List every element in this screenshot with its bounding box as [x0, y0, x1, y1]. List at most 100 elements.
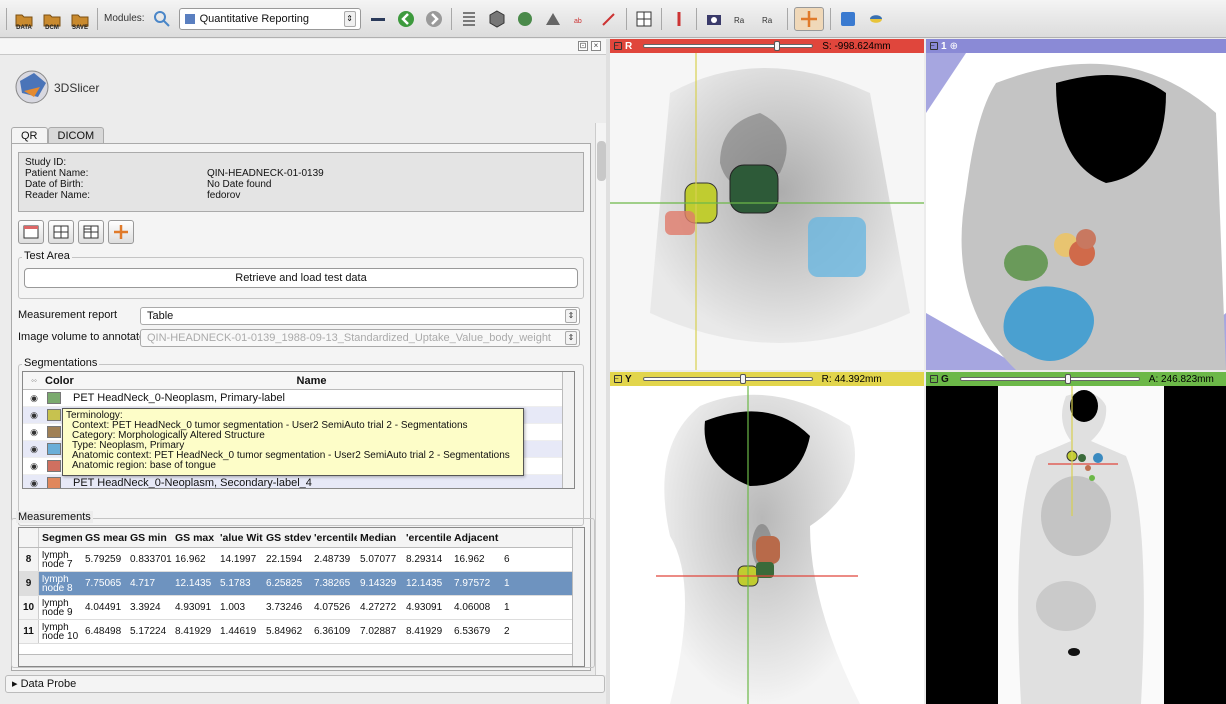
seg-table-scrollbar[interactable] — [562, 372, 574, 488]
pin-icon[interactable]: – — [930, 42, 938, 50]
toolbar-separator — [786, 7, 788, 30]
value-cell: 6.48498 — [85, 626, 122, 637]
data-label: DATA — [16, 24, 32, 31]
segment-color-swatch[interactable] — [47, 409, 61, 421]
expand-arrow-icon: ▸ — [12, 678, 18, 690]
extension-manager-button[interactable] — [837, 7, 859, 31]
load-dicom-button[interactable]: DCM — [41, 7, 63, 31]
patient-name-value: QIN-HEADNECK-01-0139 — [207, 168, 324, 179]
column-header[interactable]: Adjacent — [451, 532, 501, 544]
tab-dicom[interactable]: DICOM — [47, 127, 105, 144]
pin-icon[interactable]: – — [614, 375, 622, 383]
value-cell: 0.833701 — [130, 554, 172, 565]
segment-color-swatch[interactable] — [47, 477, 61, 488]
screenshot-button[interactable] — [703, 7, 725, 31]
mouse-mode-button[interactable]: Ra — [731, 7, 753, 31]
table-row[interactable]: 9 lymph node 8 7.75065 4.717 12.1435 5.1783 6.… — [19, 572, 584, 596]
eye-icon[interactable]: ◉ — [23, 410, 45, 421]
table-row[interactable]: 8 lymph node 7 5.79259 0.833701 16.962 14.199… — [19, 548, 584, 572]
row-index: 11 — [19, 620, 39, 643]
layout-minus-button[interactable] — [367, 7, 389, 31]
scrollbar-thumb[interactable] — [597, 141, 606, 181]
view-orient-button[interactable] — [668, 7, 690, 31]
crosshair-toggle-button[interactable] — [108, 220, 134, 244]
value-cell: 6 — [504, 554, 510, 565]
red-slice-view[interactable]: – R S: -998.624mm — [610, 39, 924, 370]
column-header[interactable]: GS max — [172, 532, 217, 544]
row-index: 9 — [19, 572, 39, 595]
svg-text:Ra: Ra — [762, 16, 773, 25]
retrieve-test-data-button[interactable]: Retrieve and load test data — [24, 268, 578, 288]
four-up-layout-button[interactable] — [48, 220, 74, 244]
data-module-button[interactable] — [458, 7, 480, 31]
layout-button[interactable] — [633, 7, 655, 31]
column-header[interactable]: Median — [357, 532, 403, 544]
threed-center-icon[interactable]: ⊕ — [950, 41, 958, 52]
pin-icon[interactable]: – — [614, 42, 622, 50]
yellow-slice-view[interactable]: – Y R: 44.392mm — [610, 372, 924, 704]
red-slice-slider[interactable] — [643, 41, 814, 51]
column-header[interactable]: 'alue With — [217, 532, 263, 544]
window-level-button[interactable]: Ra — [759, 7, 781, 31]
module-search-button[interactable] — [151, 7, 173, 31]
table-layout-button[interactable] — [18, 220, 44, 244]
segment-color-swatch[interactable] — [47, 392, 61, 404]
eye-icon[interactable]: ◉ — [23, 444, 45, 455]
transforms-button[interactable] — [542, 7, 564, 31]
value-cell: 1.003 — [220, 602, 246, 613]
column-header[interactable]: 'ercentile — [311, 532, 357, 544]
save-button[interactable]: SAVE — [69, 7, 91, 31]
segment-row[interactable]: ◉ PET HeadNeck_0-Neoplasm, Primary-label — [23, 390, 574, 407]
measurements-hscroll[interactable] — [19, 654, 572, 666]
module-selector[interactable]: Quantitative Reporting ⇕ — [178, 7, 361, 30]
segment-row[interactable]: ◉ PET HeadNeck_0-Neoplasm, Secondary-labe… — [23, 475, 574, 489]
value-cell: 8.41929 — [406, 626, 443, 637]
forward-button[interactable] — [423, 7, 445, 31]
value-cell: 8.41929 — [175, 626, 212, 637]
load-data-button[interactable]: DATA — [13, 7, 35, 31]
volumes-button[interactable] — [486, 7, 508, 31]
float-icon[interactable]: ⊡ — [578, 41, 588, 51]
image-volume-select[interactable]: QIN-HEADNECK-01-0139_1988-09-13_Standard… — [140, 329, 580, 347]
segment-color-swatch[interactable] — [47, 460, 61, 472]
eye-icon[interactable]: ◉ — [23, 427, 45, 438]
column-header[interactable]: GS min — [127, 532, 172, 544]
table-row[interactable]: 11 lymph node 10 6.48498 5.17224 8.41929 1.44… — [19, 620, 584, 644]
column-header[interactable]: GS stdev — [263, 532, 311, 544]
editor-button[interactable] — [598, 7, 620, 31]
pin-icon[interactable]: – — [930, 375, 938, 383]
measurements-vscroll[interactable] — [572, 528, 584, 666]
green-slice-slider[interactable] — [959, 374, 1140, 384]
tab-qr[interactable]: QR — [11, 127, 48, 144]
column-header[interactable]: GS mean — [82, 532, 127, 544]
green-view-name: G — [941, 373, 949, 385]
toolbar-separator — [695, 7, 697, 30]
cube-icon — [489, 9, 505, 28]
column-header[interactable]: 'ercentile — [403, 532, 451, 544]
measurement-report-select[interactable]: Table ⇕ — [140, 307, 580, 325]
measurements-table[interactable]: SegmentGS meanGS minGS max'alue WithGS s… — [18, 527, 585, 667]
markups-button[interactable]: ab — [570, 7, 592, 31]
eye-icon[interactable]: ◉ — [23, 478, 45, 489]
value-cell: 5.17224 — [130, 626, 167, 637]
eye-icon[interactable]: ◉ — [23, 393, 45, 404]
segment-color-swatch[interactable] — [47, 426, 61, 438]
crosshair-button[interactable] — [793, 6, 824, 31]
segment-color-swatch[interactable] — [47, 443, 61, 455]
threed-view[interactable]: – 1 ⊕ — [926, 39, 1226, 370]
mouse-icon: Ra — [734, 16, 745, 25]
models-button[interactable] — [514, 7, 536, 31]
eye-icon[interactable]: ◉ — [23, 461, 45, 472]
arrow-left-icon — [397, 10, 414, 27]
value-cell: 4.717 — [130, 578, 156, 589]
back-button[interactable] — [395, 7, 417, 31]
four-up-table-layout-button[interactable] — [78, 220, 104, 244]
yellow-slice-slider[interactable] — [642, 374, 813, 384]
data-probe-collapsible[interactable]: ▸ Data Probe — [5, 675, 605, 693]
table-row[interactable]: 10 lymph node 9 4.04491 3.3924 4.93091 1.003 3… — [19, 596, 584, 620]
column-header[interactable]: Segment — [39, 532, 82, 544]
study-id-label: Study ID: — [25, 157, 67, 168]
green-slice-view[interactable]: – G A: 246.823mm — [926, 372, 1226, 704]
close-icon[interactable]: × — [591, 41, 601, 51]
python-console-button[interactable] — [865, 7, 887, 31]
